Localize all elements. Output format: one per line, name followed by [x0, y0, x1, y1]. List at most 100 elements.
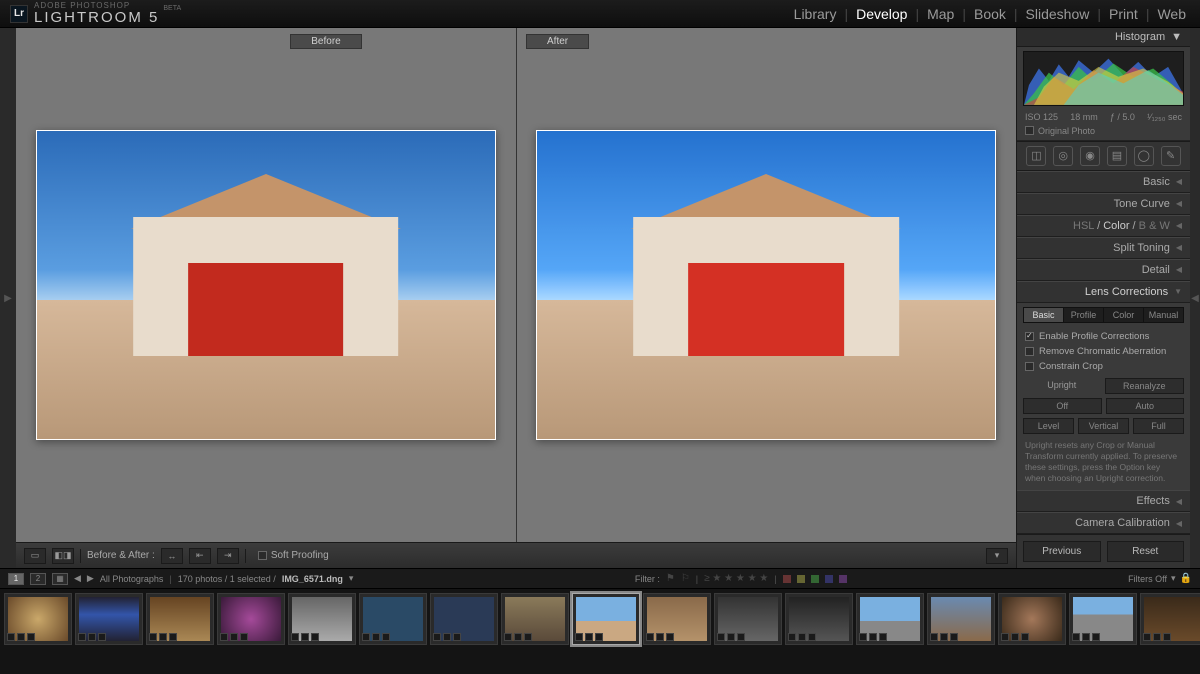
copy-after-button[interactable]: ⇥: [217, 548, 239, 564]
upright-level[interactable]: Level: [1023, 418, 1074, 434]
panel-tone-curve[interactable]: Tone Curve◀: [1017, 193, 1190, 215]
label-purple[interactable]: [839, 575, 847, 583]
constrain-crop-check[interactable]: Constrain Crop: [1023, 359, 1184, 374]
filters-off-label[interactable]: Filters Off: [1128, 574, 1167, 584]
module-develop[interactable]: Develop: [852, 6, 911, 22]
left-panel-handle[interactable]: ▶: [0, 28, 16, 568]
original-photo-toggle[interactable]: Original Photo: [1017, 124, 1190, 141]
thumbnail[interactable]: [288, 593, 356, 645]
filter-label: Filter :: [635, 574, 660, 584]
thumbnail[interactable]: [146, 593, 214, 645]
lens-tab-color[interactable]: Color: [1104, 308, 1144, 322]
panel-hsl[interactable]: HSL / Color / B & W◀: [1017, 215, 1190, 237]
main-window-button[interactable]: 1: [8, 573, 24, 585]
panel-detail[interactable]: Detail◀: [1017, 259, 1190, 281]
filename-label: IMG_6571.dng: [282, 574, 343, 584]
upright-help: Upright resets any Crop or Manual Transf…: [1023, 440, 1184, 484]
filmstrip[interactable]: [0, 588, 1200, 648]
thumbnail[interactable]: [359, 593, 427, 645]
histogram[interactable]: [1023, 51, 1184, 106]
thumbnail[interactable]: [501, 593, 569, 645]
thumbnail[interactable]: [217, 593, 285, 645]
upright-auto[interactable]: Auto: [1106, 398, 1185, 414]
gradient-tool[interactable]: ▤: [1107, 146, 1127, 166]
filters-menu-icon[interactable]: ▾: [1171, 573, 1176, 584]
loupe-view-button[interactable]: ▭: [24, 548, 46, 564]
label-red[interactable]: [783, 575, 791, 583]
nav-fwd-icon[interactable]: ▶: [87, 573, 94, 584]
copy-before-button[interactable]: ⇤: [189, 548, 211, 564]
lens-tab-manual[interactable]: Manual: [1144, 308, 1183, 322]
filmstrip-toolbar: 1 2 ▦ ◀ ▶ All Photographs | 170 photos /…: [0, 568, 1200, 588]
label-blue[interactable]: [825, 575, 833, 583]
flag-reject-icon[interactable]: ⚐: [681, 573, 690, 584]
flag-pick-icon[interactable]: ⚑: [666, 573, 675, 584]
module-book[interactable]: Book: [970, 6, 1010, 22]
module-slideshow[interactable]: Slideshow: [1022, 6, 1094, 22]
brush-tool[interactable]: ✎: [1161, 146, 1181, 166]
thumbnail[interactable]: [1140, 593, 1200, 645]
thumbnail[interactable]: [998, 593, 1066, 645]
upright-full[interactable]: Full: [1133, 418, 1184, 434]
app-header: Lr ADOBE PHOTOSHOP LIGHTROOM 5 BETA Libr…: [0, 0, 1200, 28]
thumbnail[interactable]: [1069, 593, 1137, 645]
redeye-tool[interactable]: ◉: [1080, 146, 1100, 166]
remove-ca-check[interactable]: Remove Chromatic Aberration: [1023, 344, 1184, 359]
lens-tab-profile[interactable]: Profile: [1064, 308, 1104, 322]
view-toolbar: ▭ ◧◨ Before & After : ↔ ⇤ ⇥ Soft Proofin…: [16, 542, 1016, 568]
reset-button[interactable]: Reset: [1107, 541, 1185, 562]
compare-view: Before After ▭ ◧◨ Before & After : ↔ ⇤ ⇥…: [16, 28, 1016, 568]
upright-label: Upright: [1023, 378, 1101, 394]
module-library[interactable]: Library: [790, 6, 841, 22]
swap-button[interactable]: ↔: [161, 548, 183, 564]
panel-effects[interactable]: Effects◀: [1017, 490, 1190, 512]
panel-lens-corrections[interactable]: Lens Corrections▼: [1017, 281, 1190, 303]
label-yellow[interactable]: [797, 575, 805, 583]
after-image[interactable]: [517, 28, 1017, 542]
soft-proofing-toggle[interactable]: Soft Proofing: [258, 550, 329, 561]
spot-tool[interactable]: ◎: [1053, 146, 1073, 166]
module-web[interactable]: Web: [1153, 6, 1190, 22]
thumbnail[interactable]: [785, 593, 853, 645]
crop-tool[interactable]: ◫: [1026, 146, 1046, 166]
histogram-header[interactable]: Histogram▼: [1017, 28, 1190, 47]
lens-corrections-body: BasicProfileColorManual Enable Profile C…: [1017, 303, 1190, 490]
before-image[interactable]: [16, 28, 517, 542]
panel-split-toning[interactable]: Split Toning◀: [1017, 237, 1190, 259]
tool-strip: ◫ ◎ ◉ ▤ ◯ ✎: [1017, 141, 1190, 171]
thumbnail[interactable]: [643, 593, 711, 645]
rating-filter[interactable]: ≥ ★ ★ ★ ★ ★: [704, 573, 768, 584]
brand-product: LIGHTROOM 5: [34, 10, 159, 25]
thumbnail[interactable]: [927, 593, 995, 645]
previous-button[interactable]: Previous: [1023, 541, 1101, 562]
panel-camera-calibration[interactable]: Camera Calibration◀: [1017, 512, 1190, 534]
grid-button[interactable]: ▦: [52, 573, 68, 585]
thumbnail[interactable]: [430, 593, 498, 645]
filename-menu-icon[interactable]: ▾: [349, 573, 354, 584]
source-label[interactable]: All Photographs: [100, 574, 164, 584]
module-print[interactable]: Print: [1105, 6, 1142, 22]
toolbar-menu-button[interactable]: ▾: [986, 548, 1008, 564]
filter-lock-icon[interactable]: 🔒: [1180, 573, 1192, 584]
before-after-label: Before & After :: [87, 550, 155, 561]
brand-beta: BETA: [163, 5, 181, 12]
compare-view-button[interactable]: ◧◨: [52, 548, 74, 564]
nav-back-icon[interactable]: ◀: [74, 573, 81, 584]
thumbnail[interactable]: [714, 593, 782, 645]
thumbnail[interactable]: [572, 593, 640, 645]
upright-vertical[interactable]: Vertical: [1078, 418, 1129, 434]
radial-tool[interactable]: ◯: [1134, 146, 1154, 166]
thumbnail[interactable]: [4, 593, 72, 645]
lens-tab-basic[interactable]: Basic: [1024, 308, 1064, 322]
enable-profile-check[interactable]: Enable Profile Corrections: [1023, 329, 1184, 344]
panel-basic[interactable]: Basic◀: [1017, 171, 1190, 193]
right-panel-handle[interactable]: ◀: [1190, 28, 1200, 568]
second-window-button[interactable]: 2: [30, 573, 46, 585]
module-map[interactable]: Map: [923, 6, 958, 22]
thumbnail[interactable]: [856, 593, 924, 645]
develop-right-panel: Histogram▼ ISO 12518 mmƒ / 5.0¹⁄₁₂₅₀ sec…: [1016, 28, 1190, 568]
reanalyze-button[interactable]: Reanalyze: [1105, 378, 1185, 394]
label-green[interactable]: [811, 575, 819, 583]
thumbnail[interactable]: [75, 593, 143, 645]
upright-off[interactable]: Off: [1023, 398, 1102, 414]
